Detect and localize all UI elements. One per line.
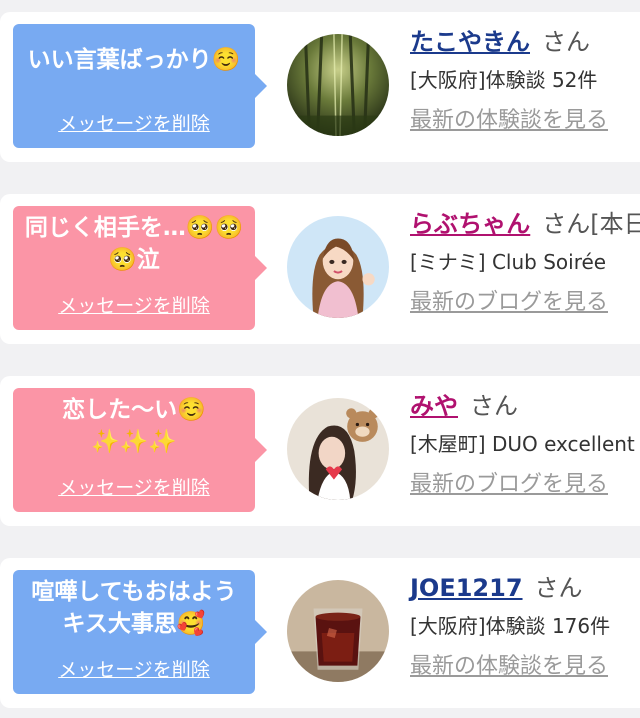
woman-with-bear-sticker-photo[interactable]: [287, 398, 389, 500]
message-card: 同じく相手を…🥺🥺🥺泣 メッセージを削除 らぶちゃん さん[本日 [ミナミ] Cl…: [0, 194, 640, 344]
user-meta: [ミナミ] Club Soirée: [410, 250, 607, 274]
message-bubble: 同じく相手を…🥺🥺🥺泣 メッセージを削除: [13, 206, 267, 330]
user-info: らぶちゃん さん[本日 [ミナミ] Club Soirée 最新のブログを見る: [410, 208, 640, 318]
user-name-link[interactable]: たこやきん: [410, 28, 530, 56]
message-text: 恋した〜い☺️✨✨✨: [62, 397, 206, 455]
latest-post-link[interactable]: 最新のブログを見る: [410, 288, 640, 318]
delete-message-link[interactable]: メッセージを削除: [13, 291, 255, 318]
user-meta: [大阪府]体験談 52件: [410, 68, 598, 92]
message-bubble: いい言葉ばっかり☺️ メッセージを削除: [13, 24, 267, 148]
user-meta: [木屋町] DUO excellent: [410, 432, 635, 456]
user-name-link[interactable]: みや: [410, 392, 458, 420]
honorific: さん: [534, 574, 583, 602]
user-info: JOE1217 さん [大阪府]体験談 176件 最新の体験談を見る: [410, 572, 640, 682]
iced-drink-glass-photo[interactable]: [287, 580, 389, 682]
message-card: いい言葉ばっかり☺️ メッセージを削除 たこやきん さん [大阪府]体験談 52…: [0, 12, 640, 162]
user-name-link[interactable]: らぶちゃん: [410, 210, 530, 238]
honorific: さん: [542, 28, 590, 56]
user-meta: [大阪府]体験談 176件: [410, 614, 611, 638]
user-info: みや さん [木屋町] DUO excellent 最新のブログを見る: [410, 390, 640, 500]
bamboo-forest-photo[interactable]: [287, 34, 389, 136]
latest-post-link[interactable]: 最新の体験談を見る: [410, 652, 640, 682]
delete-message-link[interactable]: メッセージを削除: [13, 109, 255, 136]
message-text: 喧嘩してもおはようキス大事思🥰: [31, 579, 237, 637]
latest-post-link[interactable]: 最新の体験談を見る: [410, 106, 640, 136]
message-text: いい言葉ばっかり☺️: [27, 47, 241, 73]
message-card: 恋した〜い☺️✨✨✨ メッセージを削除 みや さん [木屋町] DUO excel…: [0, 376, 640, 526]
message-bubble: 喧嘩してもおはようキス大事思🥰 メッセージを削除: [13, 570, 267, 694]
latest-post-link[interactable]: 最新のブログを見る: [410, 470, 640, 500]
message-bubble: 恋した〜い☺️✨✨✨ メッセージを削除: [13, 388, 267, 512]
honorific: さん[本日: [542, 210, 640, 238]
user-name-link[interactable]: JOE1217: [410, 574, 523, 602]
message-text: 同じく相手を…🥺🥺🥺泣: [24, 215, 244, 273]
message-card: 喧嘩してもおはようキス大事思🥰 メッセージを削除 JOE1217 さん [大阪府]…: [0, 558, 640, 708]
illustrated-woman-avatar[interactable]: [287, 216, 389, 318]
honorific: さん: [470, 392, 518, 420]
delete-message-link[interactable]: メッセージを削除: [13, 473, 255, 500]
user-info: たこやきん さん [大阪府]体験談 52件 最新の体験談を見る: [410, 26, 640, 136]
delete-message-link[interactable]: メッセージを削除: [13, 655, 255, 682]
